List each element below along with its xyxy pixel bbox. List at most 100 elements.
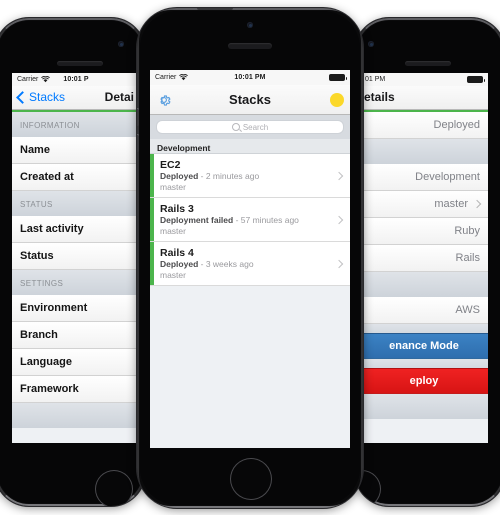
- stack-time: 57 minutes ago: [240, 215, 299, 225]
- list-item[interactable]: EC2 Deployed - 2 minutes ago master: [150, 154, 350, 198]
- front-camera-icon: [118, 41, 124, 47]
- nav-bar-center: Stacks: [150, 85, 350, 115]
- row-branch-label: Branch: [20, 329, 58, 342]
- row-environment-value[interactable]: Development: [360, 164, 488, 192]
- row-language-label: Language: [20, 356, 72, 369]
- gear-icon[interactable]: [156, 92, 172, 108]
- stack-branch: master: [160, 270, 186, 280]
- nav-title-left: Detai: [104, 90, 134, 105]
- table-footer-gap-right: [360, 394, 488, 420]
- stack-status-line: Deployed - 2 minutes ago: [160, 171, 330, 182]
- table-footer-gap-left: [12, 403, 140, 429]
- status-bar-left: Carrier 10:01 P: [12, 73, 140, 86]
- status-time-right: 01 PM: [365, 75, 386, 83]
- row-created-at-label: Created at: [20, 171, 74, 184]
- volume-button-center-2[interactable]: [137, 134, 139, 152]
- front-camera-icon-center: [247, 22, 253, 28]
- stack-separator: -: [233, 215, 241, 225]
- table-gap-right-2: [360, 272, 488, 298]
- row-provider-value-text: AWS: [455, 304, 480, 317]
- nav-bar-right: etails: [360, 85, 488, 110]
- stack-branch: master: [160, 226, 186, 236]
- search-input[interactable]: Search: [156, 120, 344, 134]
- row-environment[interactable]: Environment: [12, 295, 140, 323]
- status-bar-right: 01 PM: [360, 73, 488, 86]
- row-branch[interactable]: Branch: [12, 322, 140, 350]
- row-created-at[interactable]: Created at: [12, 164, 140, 192]
- row-framework[interactable]: Framework: [12, 376, 140, 404]
- stack-status-line: Deployed - 3 weeks ago: [160, 259, 330, 270]
- row-language-value-text: Ruby: [454, 225, 480, 238]
- phone-left: Carrier 10:01 P Stacks Detai INFORMATION…: [0, 18, 145, 506]
- nav-title-right: etails: [364, 90, 395, 105]
- list-item[interactable]: Rails 3 Deployment failed - 57 minutes a…: [150, 198, 350, 242]
- status-time-center: 10:01 PM: [234, 74, 266, 81]
- deploy-button[interactable]: eploy: [360, 368, 488, 395]
- row-name-label: Name: [20, 144, 50, 157]
- chevron-right-icon: [334, 259, 344, 268]
- maintenance-mode-button[interactable]: enance Mode: [360, 333, 488, 360]
- row-language-value[interactable]: Ruby: [360, 218, 488, 246]
- home-button[interactable]: [95, 470, 133, 506]
- status-time-left: 10:01 P: [63, 75, 89, 83]
- nav-bar-left: Stacks Detai: [12, 85, 140, 110]
- row-provider-value[interactable]: AWS: [360, 297, 488, 325]
- home-button-center[interactable]: [230, 458, 272, 500]
- row-framework-label: Framework: [20, 383, 79, 396]
- stack-body: EC2 Deployed - 2 minutes ago master: [154, 154, 336, 197]
- stack-time: 3 weeks ago: [205, 259, 254, 269]
- row-last-activity-label: Last activity: [20, 223, 84, 236]
- search-bar-container: Search: [150, 115, 350, 139]
- list-section-header-development: Development: [150, 139, 350, 154]
- nav-title-center: Stacks: [229, 92, 271, 107]
- battery-wrap-right: [467, 75, 485, 83]
- list-item[interactable]: Rails 4 Deployed - 3 weeks ago master: [150, 242, 350, 286]
- chevron-right-icon: [334, 215, 344, 224]
- row-last-activity[interactable]: Last activity: [12, 216, 140, 244]
- stack-separator: -: [198, 259, 206, 269]
- stack-state: Deployed: [160, 259, 199, 269]
- row-status-value-text: Deployed: [433, 119, 480, 132]
- row-framework-value[interactable]: Rails: [360, 245, 488, 273]
- section-header-settings: SETTINGS: [12, 270, 140, 296]
- row-language[interactable]: Language: [12, 349, 140, 377]
- power-button-center[interactable]: [197, 8, 233, 10]
- list-empty-area: [150, 286, 350, 448]
- section-header-status: STATUS: [12, 191, 140, 217]
- yellow-status-dot[interactable]: [330, 92, 344, 107]
- earpiece-speaker-center: [228, 43, 272, 49]
- row-status-value[interactable]: Deployed: [360, 112, 488, 140]
- row-framework-value-text: Rails: [455, 252, 480, 265]
- table-gap-right-1: [360, 139, 488, 165]
- row-environment-value-text: Development: [415, 171, 480, 184]
- earpiece-speaker-right: [405, 61, 451, 66]
- row-branch-value[interactable]: master: [360, 191, 488, 219]
- phone-right: 01 PM etails Deployed Development master…: [355, 18, 500, 506]
- stack-name: EC2: [160, 159, 181, 171]
- row-status[interactable]: Status: [12, 243, 140, 271]
- details-table-right: Deployed Development master Ruby Rails A…: [360, 112, 488, 443]
- back-button-label: Stacks: [29, 90, 66, 105]
- battery-icon: [467, 75, 485, 83]
- front-camera-icon-right: [368, 41, 374, 47]
- phone-left-screen: Carrier 10:01 P Stacks Detai INFORMATION…: [12, 73, 140, 443]
- search-icon: [231, 123, 240, 131]
- stack-separator: -: [198, 171, 206, 181]
- stack-name: Rails 4: [160, 247, 194, 259]
- battery-icon: [329, 74, 347, 81]
- chevron-right-icon: [334, 171, 344, 180]
- status-time-right-wrap: 01 PM: [365, 76, 385, 83]
- back-button[interactable]: Stacks: [16, 90, 66, 105]
- button-spacer-mid: [360, 359, 488, 369]
- status-bar-center: Carrier 10:01 PM: [150, 70, 350, 85]
- row-name[interactable]: Name: [12, 137, 140, 165]
- screenshot-canvas: Carrier 10:01 P Stacks Detai INFORMATION…: [0, 0, 500, 515]
- volume-button-center[interactable]: [137, 108, 139, 126]
- search-placeholder: Search: [242, 122, 269, 132]
- section-header-information: INFORMATION: [12, 112, 140, 138]
- battery-wrap-center: [329, 74, 347, 81]
- phone-center: Carrier 10:01 PM Stacks Search Developme…: [137, 8, 363, 508]
- row-status-label: Status: [20, 250, 54, 263]
- row-environment-label: Environment: [20, 302, 88, 315]
- stack-body: Rails 4 Deployed - 3 weeks ago master: [154, 242, 336, 285]
